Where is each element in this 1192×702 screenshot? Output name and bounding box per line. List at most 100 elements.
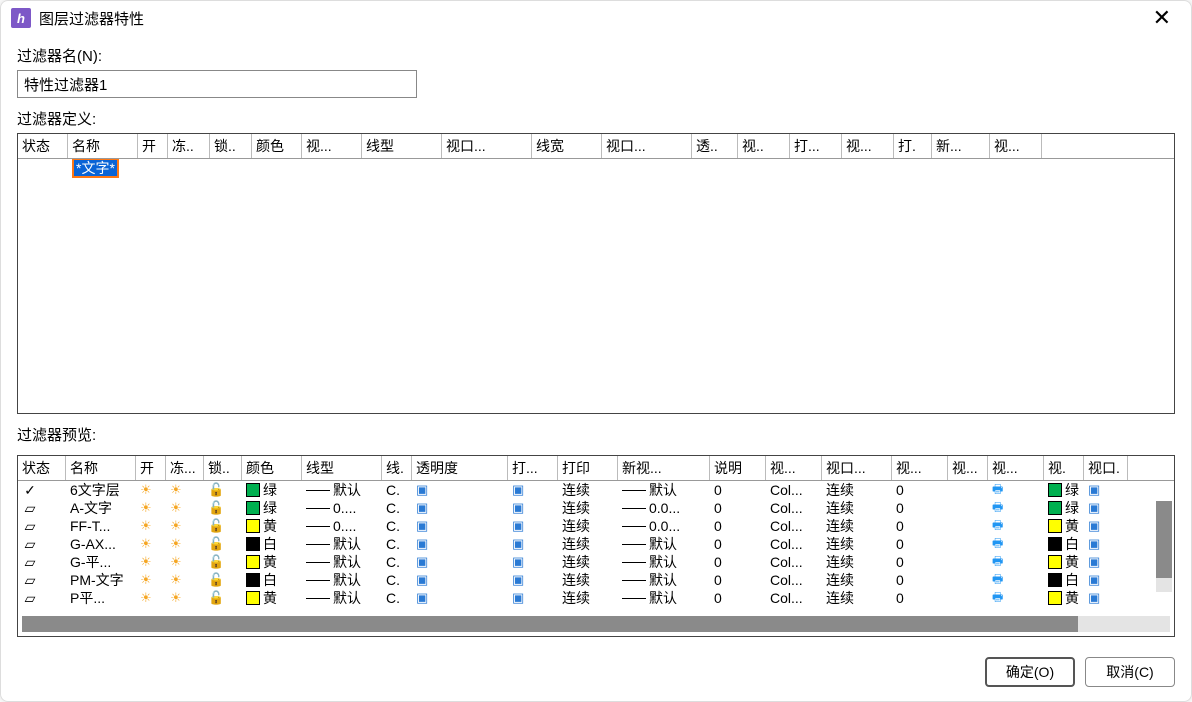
color-swatch [1048, 501, 1062, 515]
preview-col-header[interactable]: 锁.. [204, 456, 242, 480]
color-swatch [246, 501, 260, 515]
filter-name-input[interactable] [17, 70, 417, 98]
preview-col-header[interactable]: 打印 [558, 456, 618, 480]
preview-row[interactable]: ▱G-平...☀☀🔓黄 默认C.▣▣连续 默认0Col...连续0🖶黄▣ [18, 553, 1174, 571]
preview-cell: FF-T... [66, 518, 136, 534]
preview-cell: ✓ [18, 482, 66, 499]
preview-cell: 连续 [558, 570, 618, 590]
definition-col-header[interactable]: 视... [302, 134, 362, 158]
ok-button[interactable]: 确定(O) [985, 657, 1075, 687]
preview-cell: 默认 [618, 534, 710, 554]
preview-col-header[interactable]: 透明度 [412, 456, 508, 480]
sun-icon: ☀ [170, 482, 182, 498]
preview-cell: 默认 [302, 481, 382, 500]
cancel-button[interactable]: 取消(C) [1085, 657, 1175, 687]
definition-col-header[interactable]: 打... [790, 134, 842, 158]
scrollbar-thumb[interactable] [22, 616, 1078, 632]
preview-col-header[interactable]: 视... [892, 456, 948, 480]
sun-icon: ☀ [170, 572, 182, 588]
preview-row[interactable]: ✓6文字层☀☀🔓绿 默认C.▣▣连续 默认0Col...连续0🖶绿▣ [18, 481, 1174, 499]
definition-col-header[interactable]: 视... [842, 134, 894, 158]
definition-row[interactable]: *文字* [18, 159, 1174, 177]
preview-cell: ▣ [508, 536, 558, 552]
viewport-icon: ▣ [1088, 554, 1100, 570]
definition-col-header[interactable]: 名称 [68, 134, 138, 158]
definition-col-header[interactable]: 视口... [602, 134, 692, 158]
preview-row[interactable]: ▱PM-文字☀☀🔓白 默认C.▣▣连续 默认0Col...连续0🖶白▣ [18, 571, 1174, 589]
preview-row[interactable]: ▱P平...☀☀🔓黄 默认C.▣▣连续 默认0Col...连续0🖶黄▣ [18, 589, 1174, 607]
definition-col-header[interactable]: 透.. [692, 134, 738, 158]
scrollbar-thumb[interactable] [1156, 501, 1172, 578]
preview-cell: 0 [892, 518, 948, 534]
viewport-icon: ▣ [1088, 572, 1100, 588]
preview-cell: ▣ [508, 554, 558, 570]
preview-col-header[interactable]: 视... [766, 456, 822, 480]
preview-cell: Col... [766, 554, 822, 570]
preview-cell: Col... [766, 518, 822, 534]
preview-cell: 🔓 [204, 572, 242, 588]
preview-col-header[interactable]: 新视... [618, 456, 710, 480]
preview-cell: 默认 [618, 570, 710, 590]
definition-col-header[interactable]: 视... [990, 134, 1042, 158]
preview-cell: Col... [766, 590, 822, 606]
preview-cell: 白 [242, 570, 302, 590]
preview-col-header[interactable]: 颜色 [242, 456, 302, 480]
preview-col-header[interactable]: 视口. [1084, 456, 1128, 480]
definition-name-cell-selected[interactable]: *文字* [72, 159, 119, 178]
color-swatch [1048, 519, 1062, 533]
preview-col-header[interactable]: 状态 [18, 456, 66, 480]
definition-col-header[interactable]: 线宽 [532, 134, 602, 158]
definition-col-header[interactable]: 状态 [18, 134, 68, 158]
preview-cell: 0 [710, 590, 766, 606]
preview-cell: ☀ [136, 518, 166, 534]
preview-col-header[interactable]: 线. [382, 456, 412, 480]
preview-row[interactable]: ▱G-AX...☀☀🔓白 默认C.▣▣连续 默认0Col...连续0🖶白▣ [18, 535, 1174, 553]
definition-col-header[interactable]: 开 [138, 134, 168, 158]
preview-col-header[interactable]: 视... [948, 456, 988, 480]
definition-col-header[interactable]: 颜色 [252, 134, 302, 158]
preview-col-header[interactable]: 名称 [66, 456, 136, 480]
preview-cell: 0 [892, 482, 948, 498]
definition-col-header[interactable]: 新... [932, 134, 990, 158]
preview-cell: ▣ [412, 536, 508, 552]
definition-body[interactable]: *文字* [18, 159, 1174, 413]
definition-col-header[interactable]: 冻.. [168, 134, 210, 158]
definition-col-header[interactable]: 视.. [738, 134, 790, 158]
definition-grid: 状态名称开冻..锁..颜色视...线型视口...线宽视口...透..视..打..… [17, 133, 1175, 414]
preview-cell: C. [382, 536, 412, 552]
close-icon[interactable]: ✕ [1147, 7, 1177, 29]
definition-col-header[interactable]: 视口... [442, 134, 532, 158]
definition-col-header[interactable]: 锁.. [210, 134, 252, 158]
preview-cell: 黄 [242, 588, 302, 608]
color-swatch [246, 519, 260, 533]
preview-col-header[interactable]: 打... [508, 456, 558, 480]
sun-icon: ☀ [140, 590, 152, 606]
preview-col-header[interactable]: 视口... [822, 456, 892, 480]
preview-cell: C. [382, 572, 412, 588]
preview-vertical-scrollbar[interactable] [1156, 501, 1172, 592]
preview-col-header[interactable]: 线型 [302, 456, 382, 480]
preview-cell: ▣ [412, 518, 508, 534]
preview-col-header[interactable]: 视. [1044, 456, 1084, 480]
preview-cell: P平... [66, 588, 136, 608]
preview-row[interactable]: ▱A-文字☀☀🔓绿 0....C.▣▣连续 0.0...0Col...连续0🖶绿… [18, 499, 1174, 517]
preview-cell: C. [382, 590, 412, 606]
preview-cell: 连续 [558, 534, 618, 554]
preview-col-header[interactable]: 视... [988, 456, 1044, 480]
preview-col-header[interactable]: 开 [136, 456, 166, 480]
preview-header-row: 状态名称开冻...锁..颜色线型线.透明度打...打印新视...说明视...视口… [18, 456, 1174, 481]
preview-cell: G-平... [66, 552, 136, 572]
preview-cell: 默认 [618, 588, 710, 608]
definition-col-header[interactable]: 线型 [362, 134, 442, 158]
preview-col-header[interactable]: 冻... [166, 456, 204, 480]
viewport-icon: ▣ [1088, 590, 1100, 606]
preview-cell: 🔓 [204, 554, 242, 570]
preview-body[interactable]: ✓6文字层☀☀🔓绿 默认C.▣▣连续 默认0Col...连续0🖶绿▣▱A-文字☀… [18, 481, 1174, 612]
lock-open-icon: 🔓 [208, 590, 224, 606]
preview-horizontal-scrollbar[interactable] [22, 616, 1170, 632]
definition-col-header[interactable]: 打. [894, 134, 932, 158]
definition-row-blank[interactable] [18, 177, 1174, 195]
preview-row[interactable]: ▱FF-T...☀☀🔓黄 0....C.▣▣连续 0.0...0Col...连续… [18, 517, 1174, 535]
preview-col-header[interactable]: 说明 [710, 456, 766, 480]
printer-icon: 🖶 [992, 588, 1003, 609]
